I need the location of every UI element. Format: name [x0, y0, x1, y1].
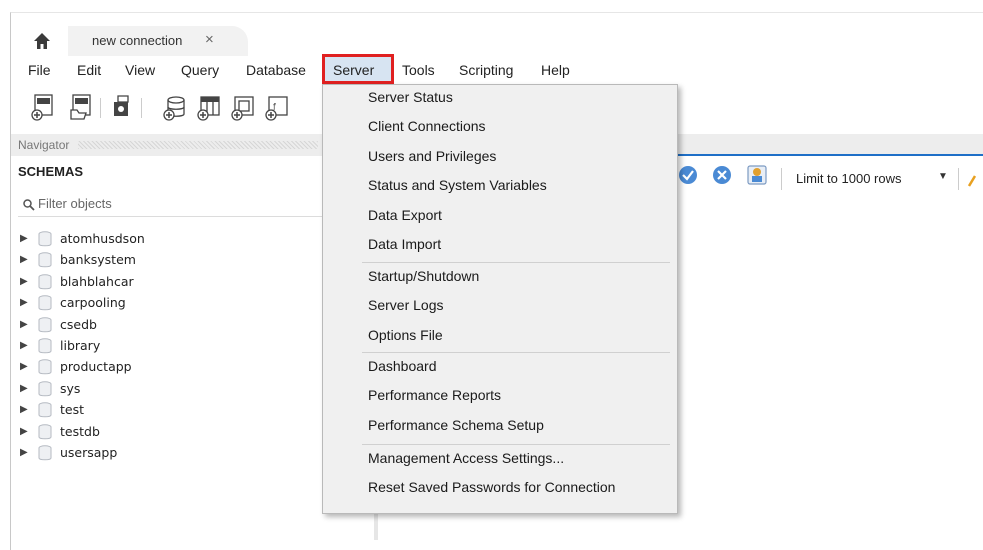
schema-name: blahblahcar [60, 273, 134, 289]
schema-name: sys [60, 380, 81, 396]
menu-view[interactable]: View [125, 62, 155, 78]
database-icon [38, 359, 52, 375]
create-table-icon [197, 96, 220, 121]
menu-help[interactable]: Help [541, 62, 570, 78]
menu-item-performance-schema-setup[interactable]: Performance Schema Setup [368, 417, 544, 433]
filter-placeholder: Filter objects [38, 196, 112, 211]
schema-name: carpooling [60, 295, 126, 311]
schema-name: csedb [60, 316, 97, 332]
database-icon [38, 274, 52, 290]
database-icon [38, 402, 52, 418]
new-sql-tab-button[interactable] [30, 92, 56, 122]
schema-name: usersapp [60, 445, 118, 460]
expand-arrow-icon[interactable]: ▶ [20, 276, 28, 287]
expand-arrow-icon[interactable]: ▶ [20, 383, 28, 394]
menu-separator [362, 444, 670, 445]
toolbar-separator [141, 98, 142, 118]
tab-label: new connection [92, 33, 183, 48]
menu-separator [362, 262, 670, 263]
navigator-title: Navigator [18, 138, 70, 152]
menu-scripting[interactable]: Scripting [459, 62, 513, 78]
menu-item-options-file[interactable]: Options File [368, 327, 443, 343]
menu-item-server-logs[interactable]: Server Logs [368, 297, 443, 313]
menu-item-startup-shutdown[interactable]: Startup/Shutdown [368, 268, 479, 284]
menu-item-client-connections[interactable]: Client Connections [368, 118, 486, 134]
menu-separator [362, 352, 670, 353]
schema-name: atomhusdson [60, 231, 145, 246]
menu-server[interactable]: Server [333, 62, 374, 78]
menu-tools[interactable]: Tools [402, 62, 435, 78]
create-view-icon [231, 96, 254, 121]
open-sql-script-button[interactable] [68, 92, 94, 122]
menu-item-status-and-system-variables[interactable]: Status and System Variables [368, 177, 547, 193]
schema-name: productapp [60, 359, 132, 375]
schema-name: test [60, 402, 85, 418]
commit-icon[interactable] [677, 164, 699, 186]
chevron-down-icon: ▼ [938, 171, 948, 182]
schema-name: testdb [60, 423, 100, 439]
search-icon [23, 199, 35, 211]
menu-item-reset-saved-passwords-for-connection[interactable]: Reset Saved Passwords for Connection [368, 479, 615, 495]
schema-name: library [60, 338, 101, 353]
create-schema-button[interactable] [162, 92, 188, 122]
menu-edit[interactable]: Edit [77, 62, 101, 78]
create-procedure-icon: ƒ [265, 96, 288, 121]
menu-query[interactable]: Query [181, 62, 219, 78]
create-procedure-button[interactable]: ƒ [264, 92, 290, 122]
menu-item-users-and-privileges[interactable]: Users and Privileges [368, 148, 496, 164]
limit-rows-label: Limit to 1000 rows [796, 171, 902, 186]
menu-item-data-export[interactable]: Data Export [368, 207, 442, 223]
create-schema-icon [163, 96, 185, 121]
menu-item-server-status[interactable]: Server Status [368, 89, 453, 105]
navigator-grip [78, 141, 318, 149]
expand-arrow-icon[interactable]: ▶ [20, 340, 28, 351]
toolbar-separator [958, 168, 959, 190]
database-icon [38, 423, 52, 439]
new-sql-icon [31, 94, 53, 121]
auto-commit-toggle-icon[interactable] [745, 163, 769, 187]
home-icon [34, 33, 50, 49]
close-icon[interactable]: × [205, 31, 214, 48]
database-icon [38, 295, 52, 311]
create-table-button[interactable] [196, 92, 222, 122]
panel-splitter[interactable] [374, 510, 378, 540]
menu-file[interactable]: File [28, 62, 51, 78]
active-editor-indicator [676, 154, 983, 156]
inspector-button[interactable] [109, 92, 135, 122]
database-icon [38, 445, 52, 461]
expand-arrow-icon[interactable]: ▶ [20, 297, 28, 308]
expand-arrow-icon[interactable]: ▶ [20, 361, 28, 372]
database-icon [38, 252, 52, 268]
inspector-icon [114, 95, 129, 116]
expand-arrow-icon[interactable]: ▶ [20, 426, 28, 437]
schema-name: banksystem [60, 252, 136, 268]
menu-item-management-access-settings[interactable]: Management Access Settings... [368, 450, 564, 466]
menu-item-dashboard[interactable]: Dashboard [368, 358, 437, 374]
beautify-icon[interactable] [966, 168, 980, 190]
toolbar-separator [781, 168, 782, 190]
expand-arrow-icon[interactable]: ▶ [20, 404, 28, 415]
database-icon [38, 316, 52, 332]
database-icon [38, 338, 52, 354]
database-icon [38, 231, 52, 247]
database-icon [38, 381, 52, 397]
create-view-button[interactable] [230, 92, 256, 122]
tab-new-connection[interactable]: new connection × [68, 26, 248, 58]
menu-item-performance-reports[interactable]: Performance Reports [368, 387, 501, 403]
menu-item-data-import[interactable]: Data Import [368, 236, 441, 252]
menu-database[interactable]: Database [246, 62, 306, 78]
expand-arrow-icon[interactable]: ▶ [20, 319, 28, 330]
expand-arrow-icon[interactable]: ▶ [20, 233, 28, 244]
home-tab[interactable] [22, 26, 62, 56]
schemas-title: SCHEMAS [18, 164, 84, 179]
expand-arrow-icon[interactable]: ▶ [20, 447, 28, 458]
rollback-icon[interactable] [711, 164, 733, 186]
expand-arrow-icon[interactable]: ▶ [20, 254, 28, 265]
toolbar-separator [100, 98, 101, 118]
open-sql-icon [70, 94, 91, 120]
